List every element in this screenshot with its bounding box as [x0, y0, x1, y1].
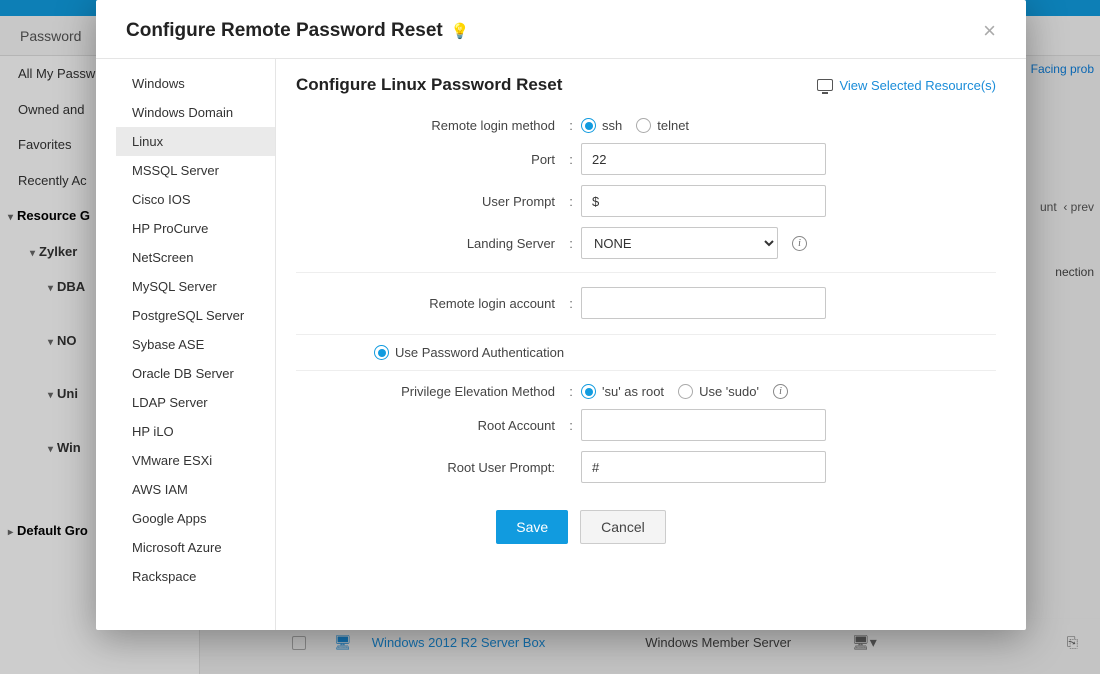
type-item-netscreen[interactable]: NetScreen: [116, 243, 275, 272]
label-root-user-prompt: Root User Prompt:: [296, 460, 561, 475]
info-icon[interactable]: i: [792, 236, 807, 251]
type-item-mssql-server[interactable]: MSSQL Server: [116, 156, 275, 185]
save-button[interactable]: Save: [496, 510, 568, 544]
port-input[interactable]: [581, 143, 826, 175]
cancel-button[interactable]: Cancel: [580, 510, 666, 544]
label-root-account: Root Account: [296, 418, 561, 433]
type-item-windows-domain[interactable]: Windows Domain: [116, 98, 275, 127]
modal-configure-reset: Configure Remote Password Reset 💡 × Wind…: [96, 0, 1026, 630]
modal-title: Configure Remote Password Reset: [126, 20, 443, 42]
label-landing-server: Landing Server: [296, 236, 561, 251]
type-item-hp-procurve[interactable]: HP ProCurve: [116, 214, 275, 243]
view-selected-link[interactable]: View Selected Resource(s): [817, 78, 996, 93]
type-item-oracle-db-server[interactable]: Oracle DB Server: [116, 359, 275, 388]
form-area: Configure Linux Password Reset View Sele…: [276, 59, 1026, 630]
root-account-input[interactable]: [581, 409, 826, 441]
radio-ssh[interactable]: ssh: [581, 118, 622, 133]
label-remote-login-account: Remote login account: [296, 296, 561, 311]
type-item-vmware-esxi[interactable]: VMware ESXi: [116, 446, 275, 475]
form-title: Configure Linux Password Reset: [296, 75, 562, 95]
hint-icon[interactable]: 💡: [451, 22, 470, 40]
type-item-rackspace[interactable]: Rackspace: [116, 562, 275, 591]
label-privilege-elevation: Privilege Elevation Method: [296, 384, 561, 399]
close-icon[interactable]: ×: [983, 20, 996, 42]
type-item-windows[interactable]: Windows: [116, 69, 275, 98]
radio-telnet[interactable]: telnet: [636, 118, 689, 133]
type-item-hp-ilo[interactable]: HP iLO: [116, 417, 275, 446]
label-remote-login-method: Remote login method: [296, 118, 561, 133]
resource-type-list: WindowsWindows DomainLinuxMSSQL ServerCi…: [116, 59, 276, 630]
type-item-postgresql-server[interactable]: PostgreSQL Server: [116, 301, 275, 330]
remote-login-account-input[interactable]: [581, 287, 826, 319]
radio-use-sudo[interactable]: Use 'sudo': [678, 384, 759, 399]
landing-server-select[interactable]: NONE: [581, 227, 778, 259]
label-user-prompt: User Prompt: [296, 194, 561, 209]
type-item-sybase-ase[interactable]: Sybase ASE: [116, 330, 275, 359]
monitor-icon: [817, 79, 833, 91]
user-prompt-input[interactable]: [581, 185, 826, 217]
modal-header: Configure Remote Password Reset 💡 ×: [96, 0, 1026, 59]
root-user-prompt-input[interactable]: [581, 451, 826, 483]
radio-use-password-auth[interactable]: Use Password Authentication: [374, 345, 564, 360]
type-item-linux[interactable]: Linux: [116, 127, 275, 156]
type-item-mysql-server[interactable]: MySQL Server: [116, 272, 275, 301]
type-item-aws-iam[interactable]: AWS IAM: [116, 475, 275, 504]
type-item-google-apps[interactable]: Google Apps: [116, 504, 275, 533]
label-port: Port: [296, 152, 561, 167]
type-item-cisco-ios[interactable]: Cisco IOS: [116, 185, 275, 214]
radio-su-root[interactable]: 'su' as root: [581, 384, 664, 399]
type-item-microsoft-azure[interactable]: Microsoft Azure: [116, 533, 275, 562]
info-icon[interactable]: i: [773, 384, 788, 399]
type-item-ldap-server[interactable]: LDAP Server: [116, 388, 275, 417]
